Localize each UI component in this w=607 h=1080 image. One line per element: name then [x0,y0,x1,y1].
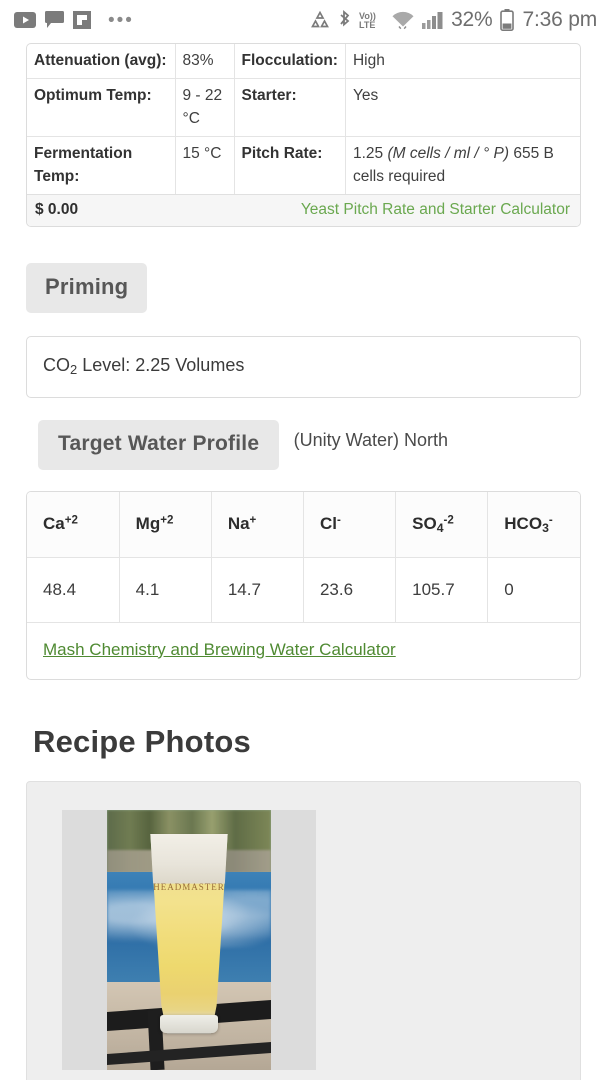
status-bar: ••• Vo)) LTE 32% 7:36 pm [0,0,607,40]
table-row: Attenuation (avg): 83% Flocculation: Hig… [27,44,580,80]
water-col-cl: Cl- [303,491,397,558]
fermentation-temp-label: Fermentation Temp: [27,136,176,195]
data-saver-icon [309,10,331,30]
price-label: $ 0.00 [35,201,79,219]
water-col-mg-sup: +2 [160,514,174,527]
water-col-hco3-sub: 3 [542,520,549,535]
starter-label: Starter: [234,78,346,138]
co2-value: Level: 2.25 Volumes [77,355,245,376]
cell-signal-icon [422,11,444,30]
beer-glass-photo[interactable]: HEADMASTER [107,809,271,1070]
water-value-hco3: 0 [487,557,580,623]
water-value-so4: 105.7 [395,557,489,623]
optimum-temp-value: 9 - 22 °C [175,78,235,138]
table-row: Fermentation Temp: 15 °C Pitch Rate: 1.2… [27,136,580,195]
water-calculator-link[interactable]: Mash Chemistry and Brewing Water Calcula… [43,640,396,659]
status-bar-notification-icons: ••• [14,11,134,30]
water-profile-card: Ca+2 Mg+2 Na+ Cl- SO4-2 HCO3- 48.4 4.1 1… [26,490,581,680]
page-content: Attenuation (avg): 83% Flocculation: Hig… [0,43,607,1080]
water-col-na-base: Na [227,513,250,533]
water-col-na-sup: + [249,514,257,527]
water-col-so4-base: SO [412,513,437,533]
bluetooth-icon [338,10,351,30]
photo-glass-brand-text: HEADMASTER [153,881,225,892]
pitch-rate-value: 1.25 (M cells / ml / ° P) 655 B cells re… [345,137,580,194]
water-profile-table: Ca+2 Mg+2 Na+ Cl- SO4-2 HCO3- 48.4 4.1 1… [27,491,580,623]
water-col-ca: Ca+2 [27,491,120,558]
water-value-na: 14.7 [211,557,304,623]
water-col-ca-sup: +2 [64,514,78,527]
pitch-rate-label: Pitch Rate: [234,136,346,195]
battery-icon [499,9,514,31]
yeast-details-card: Attenuation (avg): 83% Flocculation: Hig… [26,43,581,228]
chat-icon [45,11,64,29]
water-col-so4-sub: 4 [436,520,444,535]
water-profile-subtitle: (Unity Water) North [293,429,449,450]
svg-text:LTE: LTE [359,20,375,30]
more-dots-icon: ••• [108,9,134,31]
water-col-hco3: HCO3- [487,491,580,558]
photo-thumbnail[interactable]: HEADMASTER [62,809,316,1070]
battery-percent-label: 32% [451,8,493,31]
water-col-cl-base: Cl [319,513,337,533]
water-col-mg-base: Mg [135,513,161,533]
clock-label: 7:36 pm [522,8,598,31]
optimum-temp-label: Optimum Temp: [27,78,176,138]
water-col-mg: Mg+2 [119,491,212,558]
co2-level-line: CO2 Level: 2.25 Volumes [27,337,580,396]
flocculation-value: High [345,44,580,80]
attenuation-value: 83% [175,44,235,80]
water-col-hco3-sup: - [548,514,553,527]
water-value-mg: 4.1 [119,557,212,623]
flipboard-icon [73,11,91,29]
table-row: 48.4 4.1 14.7 23.6 105.7 0 [27,557,580,623]
table-row: Optimum Temp: 9 - 22 °C Starter: Yes [27,78,580,138]
co2-prefix: CO [43,355,70,376]
flocculation-label: Flocculation: [234,44,346,80]
water-calculator-link-row: Mash Chemistry and Brewing Water Calcula… [27,623,580,679]
wifi-icon [391,11,415,30]
fermentation-temp-value: 15 °C [175,136,235,195]
recipe-photos-card: HEADMASTER [26,780,581,1080]
water-value-cl: 23.6 [303,557,397,623]
water-col-na: Na+ [211,491,304,558]
yeast-price-row: $ 0.00 Yeast Pitch Rate and Starter Calc… [27,194,580,227]
pitch-rate-units: (M cells / ml / ° P) [387,145,510,163]
water-col-cl-sup: - [336,514,341,527]
status-bar-system-icons: Vo)) LTE 32% 7:36 pm [309,8,597,32]
water-profile-section-header: Target Water Profile (Unity Water) North [0,398,607,470]
water-col-hco3-base: HCO [504,513,543,533]
water-col-so4-sup: -2 [443,514,454,527]
water-col-ca-base: Ca [43,513,65,533]
yeast-details-table: Attenuation (avg): 83% Flocculation: Hig… [27,44,580,195]
volte-icon: Vo)) LTE [358,10,384,30]
photo-glass-base [160,1014,218,1033]
priming-heading: Priming [26,263,148,314]
water-value-ca: 48.4 [27,557,120,623]
water-profile-heading: Target Water Profile [38,419,280,470]
priming-card: CO2 Level: 2.25 Volumes [26,336,581,398]
recipe-photos-title: Recipe Photos [33,723,251,759]
starter-value: Yes [345,78,580,138]
attenuation-label: Attenuation (avg): [27,44,176,80]
photo-beer-foam [150,833,228,884]
priming-section-header: Priming [0,227,607,314]
youtube-icon [14,12,36,28]
yeast-calculator-link[interactable]: Yeast Pitch Rate and Starter Calculator [301,201,570,219]
pitch-rate-number: 1.25 [352,145,384,163]
water-col-so4: SO4-2 [395,491,489,558]
table-header-row: Ca+2 Mg+2 Na+ Cl- SO4-2 HCO3- [27,491,580,558]
